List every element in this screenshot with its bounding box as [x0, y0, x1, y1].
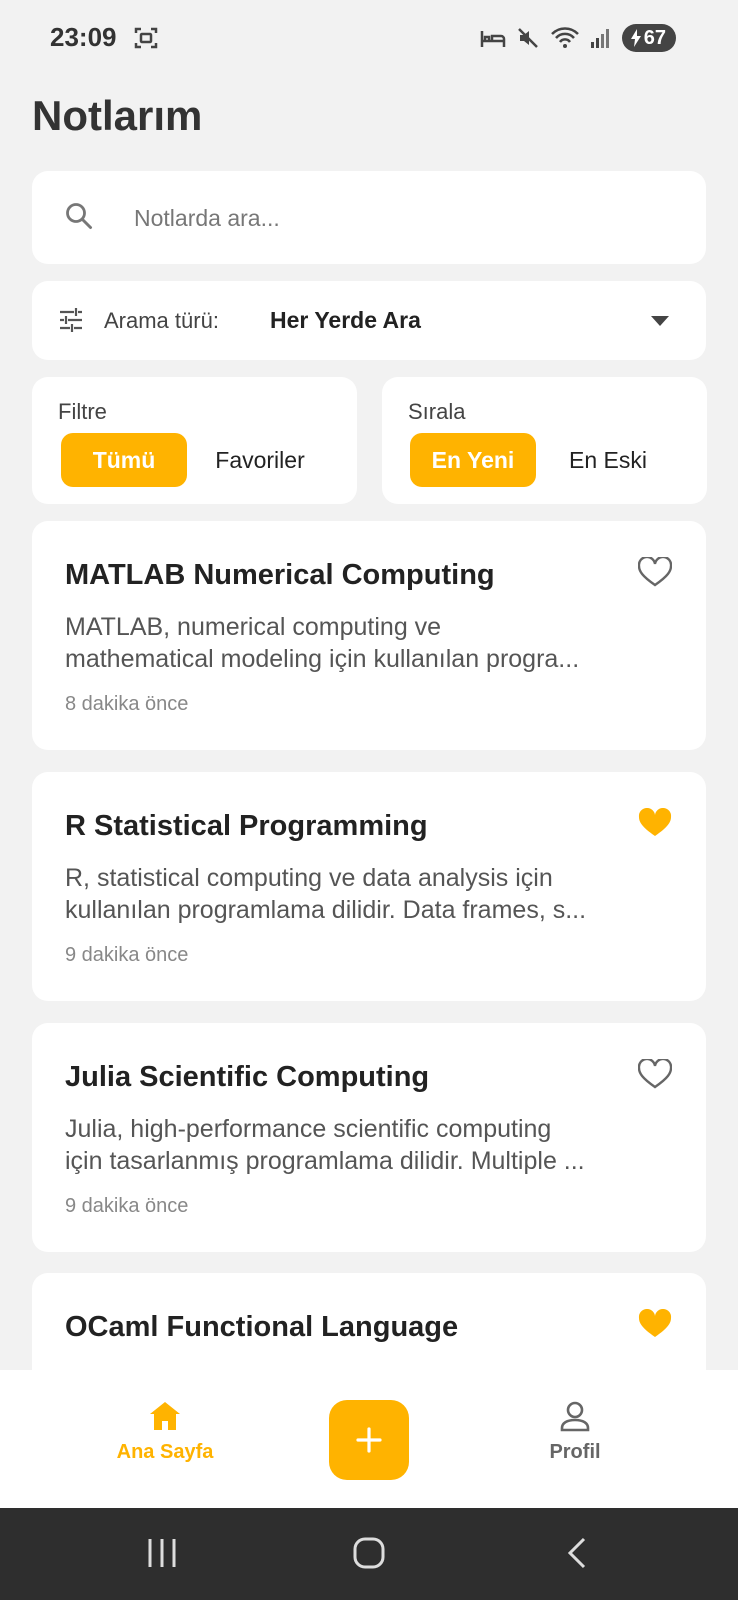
- note-timestamp: 8 dakika önce: [65, 693, 189, 715]
- heart-outline-icon[interactable]: [638, 1059, 672, 1089]
- note-timestamp: 9 dakika önce: [65, 1195, 189, 1217]
- tune-icon: [60, 308, 82, 332]
- home-icon: [150, 1402, 180, 1430]
- add-note-button[interactable]: [329, 1400, 409, 1480]
- search-box: [32, 171, 706, 264]
- recent-apps-icon[interactable]: [146, 1536, 178, 1570]
- note-preview: Julia, high-performance scientific compu…: [65, 1115, 585, 1175]
- note-card[interactable]: Julia Scientific Computing Julia, high-p…: [32, 1023, 706, 1252]
- sleep-mode-icon: [480, 31, 505, 47]
- note-title: MATLAB Numerical Computing: [65, 559, 495, 591]
- sort-newest-chip[interactable]: En Yeni: [410, 433, 536, 487]
- sort-caption: Sırala: [408, 399, 466, 424]
- note-preview: MATLAB, numerical computing ve mathemati…: [65, 613, 580, 673]
- status-icons: 67: [480, 24, 676, 52]
- note-title: Julia Scientific Computing: [65, 1061, 430, 1093]
- battery-level: 67: [643, 26, 666, 49]
- back-icon[interactable]: [566, 1536, 588, 1570]
- note-card[interactable]: R Statistical Programming R, statistical…: [32, 772, 706, 1001]
- note-title: R Statistical Programming: [65, 810, 428, 842]
- page-title: Notlarım: [32, 92, 203, 139]
- search-type-value: Her Yerde Ara: [270, 307, 421, 333]
- search-input[interactable]: [132, 191, 676, 245]
- heart-outline-icon[interactable]: [638, 557, 672, 587]
- filter-panel: Filtre Tümü Favoriler: [32, 377, 357, 504]
- sort-oldest-chip[interactable]: En Eski: [552, 433, 664, 487]
- battery-indicator: 67: [621, 24, 676, 52]
- signal-icon: [590, 29, 609, 48]
- person-icon: [560, 1401, 590, 1432]
- bottom-nav: Ana Sayfa Profil: [0, 1370, 738, 1508]
- filter-caption: Filtre: [58, 399, 107, 424]
- mute-icon: [517, 28, 538, 48]
- filter-all-chip[interactable]: Tümü: [61, 433, 187, 487]
- filter-favorites-chip[interactable]: Favoriler: [195, 433, 325, 487]
- search-icon: [66, 203, 92, 229]
- note-card[interactable]: MATLAB Numerical Computing MATLAB, numer…: [32, 521, 706, 750]
- chevron-down-icon: [651, 316, 669, 326]
- search-type-dropdown[interactable]: Arama türü: Her Yerde Ara: [32, 281, 706, 360]
- note-preview: R, statistical computing ve data analysi…: [65, 864, 587, 924]
- note-title: OCaml Functional Language: [65, 1311, 459, 1343]
- nav-home[interactable]: Ana Sayfa: [100, 1400, 230, 1490]
- wifi-icon: [550, 27, 579, 48]
- plus-icon: [356, 1427, 382, 1453]
- heart-filled-icon[interactable]: [638, 1309, 672, 1339]
- home-button-icon[interactable]: [352, 1536, 386, 1570]
- nav-profile-label: Profil: [549, 1441, 601, 1463]
- nav-profile[interactable]: Profil: [515, 1400, 635, 1490]
- heart-filled-icon[interactable]: [638, 808, 672, 838]
- screenshot-icon: [134, 27, 158, 49]
- note-timestamp: 9 dakika önce: [65, 944, 189, 966]
- status-time: 23:09: [50, 22, 117, 52]
- charging-icon: [630, 29, 641, 47]
- search-type-label: Arama türü:: [104, 308, 219, 333]
- status-bar: 23:09 67: [0, 0, 738, 80]
- sort-panel: Sırala En Yeni En Eski: [382, 377, 707, 504]
- system-nav-bar: [0, 1508, 738, 1600]
- nav-home-label: Ana Sayfa: [116, 1441, 214, 1463]
